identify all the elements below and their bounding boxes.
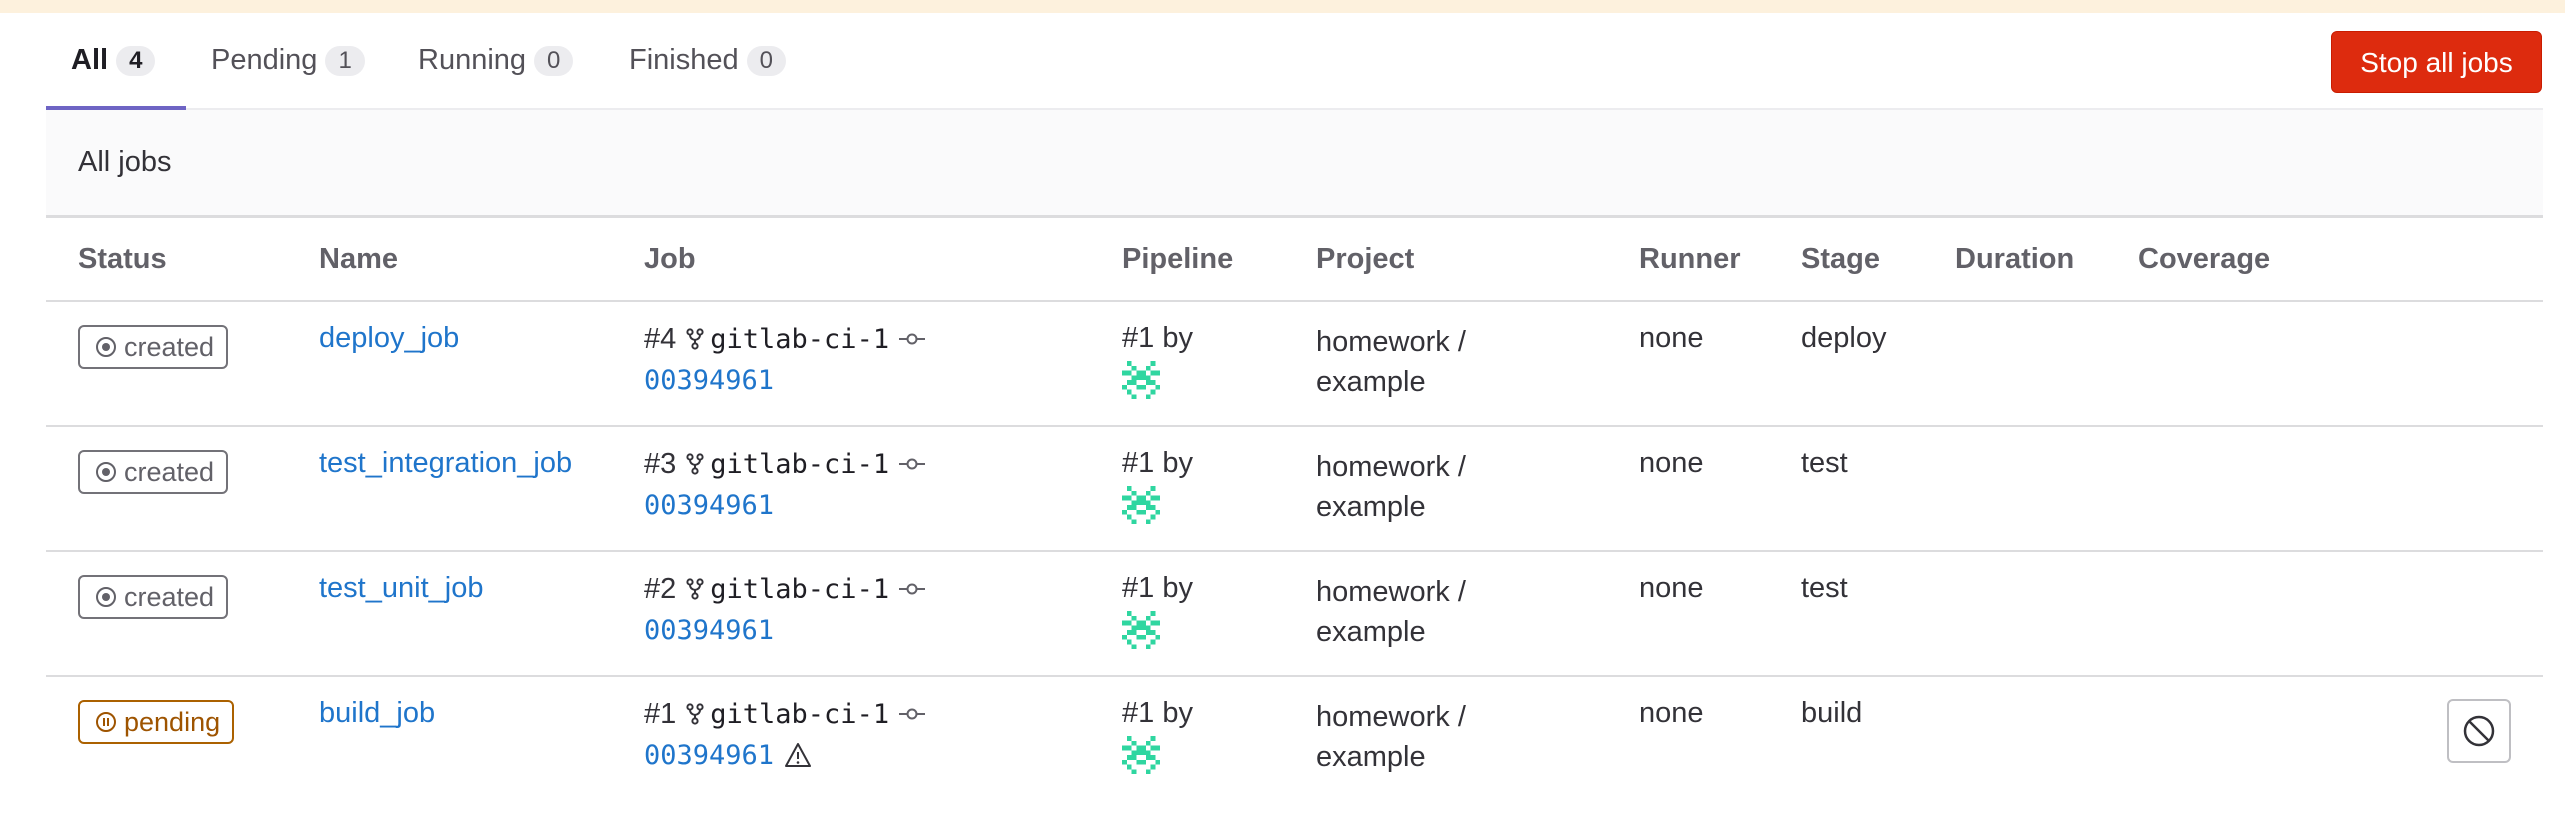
project-link[interactable]: homework / example (1316, 447, 1536, 527)
runner-value: none (1639, 572, 1704, 604)
job-tabs: All 4 Pending 1 Running 0 Finished 0 (46, 13, 2543, 110)
pipeline-link[interactable]: #1 by (1122, 697, 1193, 729)
pipeline-link[interactable]: #1 by (1122, 322, 1193, 354)
status-label: created (124, 456, 215, 487)
job-id-link[interactable]: #1 (644, 698, 676, 731)
tab-running[interactable]: Running 0 (418, 13, 574, 108)
column-header-stage: Stage (1801, 243, 1880, 275)
column-header-pipeline: Pipeline (1122, 243, 1234, 275)
commit-sha-link[interactable]: 00394961 (644, 490, 774, 521)
branch-ref-link[interactable]: gitlab-ci-1 (710, 449, 889, 480)
status-label: created (124, 581, 215, 612)
avatar[interactable] (1122, 361, 1160, 399)
project-link[interactable]: homework / example (1316, 322, 1536, 402)
tab-finished-count: 0 (746, 45, 786, 76)
job-info: #2 gitlab-ci-1 00394961 (644, 572, 926, 647)
commit-icon (899, 708, 926, 720)
tab-finished-label: Finished (629, 44, 739, 76)
pipeline-info: #1 by (1122, 447, 1193, 524)
branch-ref-link[interactable]: gitlab-ci-1 (710, 324, 889, 355)
tab-running-count: 0 (534, 45, 574, 76)
status-label: created (124, 331, 215, 362)
table-row: created deploy_job #4 gitlab-ci-1 003949… (46, 302, 2543, 427)
job-name-link[interactable]: deploy_job (319, 322, 459, 355)
tab-all-count: 4 (116, 45, 156, 76)
branch-icon (686, 328, 704, 350)
status-label: pending (124, 706, 221, 737)
pipeline-info: #1 by (1122, 697, 1193, 774)
commit-sha-link[interactable]: 00394961 (644, 615, 774, 646)
stage-value: deploy (1801, 322, 1887, 354)
job-info: #3 gitlab-ci-1 00394961 (644, 447, 926, 522)
status-badge[interactable]: created (78, 450, 229, 494)
tab-pending-label: Pending (211, 44, 318, 76)
avatar[interactable] (1122, 611, 1160, 649)
column-header-status: Status (78, 243, 167, 275)
top-banner (0, 0, 2565, 13)
column-header-duration: Duration (1955, 243, 2075, 275)
cancel-job-button[interactable] (2447, 699, 2511, 763)
tab-finished[interactable]: Finished 0 (629, 13, 786, 108)
status-created-icon (96, 587, 116, 607)
branch-ref-link[interactable]: gitlab-ci-1 (710, 574, 889, 605)
column-header-coverage: Coverage (2138, 243, 2271, 275)
tab-pending[interactable]: Pending 1 (211, 13, 365, 108)
avatar[interactable] (1122, 486, 1160, 524)
column-header-runner: Runner (1639, 243, 1741, 275)
runner-value: none (1639, 447, 1704, 479)
branch-icon (686, 578, 704, 600)
status-badge[interactable]: pending (78, 700, 235, 744)
pipeline-info: #1 by (1122, 572, 1193, 649)
pipeline-info: #1 by (1122, 322, 1193, 399)
branch-ref-link[interactable]: gitlab-ci-1 (710, 699, 889, 730)
project-link[interactable]: homework / example (1316, 572, 1536, 652)
runner-value: none (1639, 322, 1704, 354)
job-name-link[interactable]: test_integration_job (319, 447, 572, 480)
commit-icon (899, 333, 926, 345)
stage-value: test (1801, 447, 1848, 479)
tab-all-label: All (71, 44, 109, 76)
status-badge[interactable]: created (78, 575, 229, 619)
job-id-link[interactable]: #3 (644, 448, 676, 481)
avatar[interactable] (1122, 736, 1160, 774)
jobs-header: All jobs (46, 110, 2543, 218)
pipeline-link[interactable]: #1 by (1122, 447, 1193, 479)
job-info: #1 gitlab-ci-1 00394961 (644, 697, 926, 772)
branch-icon (686, 453, 704, 475)
stop-all-jobs-button[interactable]: Stop all jobs (2331, 31, 2542, 93)
runner-value: none (1639, 697, 1704, 729)
status-pending-icon (96, 712, 116, 732)
commit-sha-link[interactable]: 00394961 (644, 740, 774, 771)
job-name-link[interactable]: build_job (319, 697, 435, 730)
job-id-link[interactable]: #2 (644, 573, 676, 606)
commit-sha-link[interactable]: 00394961 (644, 365, 774, 396)
job-id-link[interactable]: #4 (644, 323, 676, 356)
table-row: pending build_job #1 gitlab-ci-1 0039496… (46, 677, 2543, 802)
table-row: created test_unit_job #2 gitlab-ci-1 003… (46, 552, 2543, 677)
tab-running-label: Running (418, 44, 527, 76)
branch-icon (686, 703, 704, 725)
column-header-job: Job (644, 243, 696, 275)
table-row: created test_integration_job #3 gitlab-c… (46, 427, 2543, 552)
job-info: #4 gitlab-ci-1 00394961 (644, 322, 926, 397)
stage-value: test (1801, 572, 1848, 604)
commit-icon (899, 583, 926, 595)
project-link[interactable]: homework / example (1316, 697, 1536, 777)
tab-pending-count: 1 (325, 45, 365, 76)
jobs-header-title: All jobs (78, 146, 172, 178)
column-header-name: Name (319, 243, 398, 275)
warning-icon[interactable] (784, 742, 812, 768)
cancel-icon (2463, 715, 2495, 747)
tab-all[interactable]: All 4 (46, 13, 186, 110)
stage-value: build (1801, 697, 1863, 729)
pipeline-link[interactable]: #1 by (1122, 572, 1193, 604)
column-header-project: Project (1316, 243, 1415, 275)
status-created-icon (96, 337, 116, 357)
job-name-link[interactable]: test_unit_job (319, 572, 483, 605)
status-badge[interactable]: created (78, 325, 229, 369)
status-created-icon (96, 462, 116, 482)
commit-icon (899, 458, 926, 470)
